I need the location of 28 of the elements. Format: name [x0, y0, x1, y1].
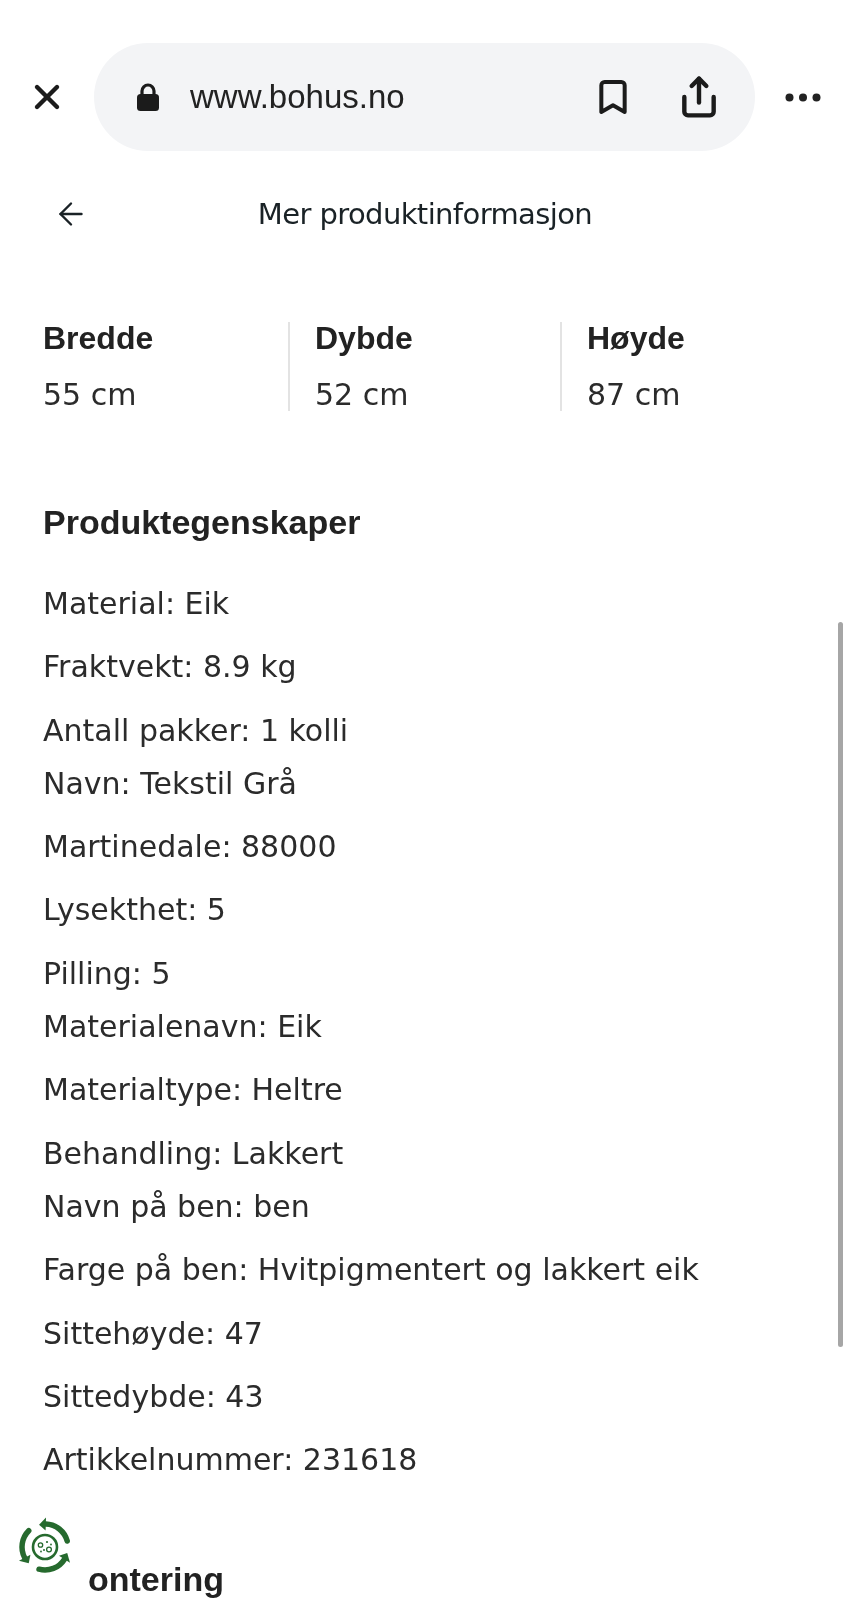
- property-text: Navn på ben: ben: [43, 1187, 310, 1226]
- property-text: Fraktvekt: 8.9 kg: [43, 648, 297, 687]
- property-text: Martinedale: 88000: [43, 828, 337, 867]
- property-text: Materialtype: Heltre: [43, 1071, 343, 1110]
- property-text: Pilling: 5: [43, 954, 171, 993]
- property-text: Sittehøyde: 47: [43, 1314, 263, 1353]
- property-text: Lysekthet: 5: [43, 891, 226, 930]
- property-text: Antall pakker: 1 kolli: [43, 711, 349, 750]
- section-heading: ontering: [88, 1560, 224, 1598]
- dimension-label: Dybde: [315, 322, 414, 354]
- property-text: Farge på ben: Hvitpigmentert og lakkert eik: [43, 1251, 699, 1290]
- dimension-label: Bredde: [43, 322, 155, 354]
- property-text: Behandling: Lakkert: [43, 1134, 344, 1173]
- page-title: Mer produktinformasjon: [257, 197, 593, 231]
- dimension-label: Høyde: [587, 322, 686, 354]
- dimension-value: 52 cm: [315, 379, 410, 411]
- dimension-value: 87 cm: [587, 379, 682, 411]
- property-text: Navn: Tekstil Grå: [43, 764, 297, 803]
- property-text: Artikkelnummer: 231618: [43, 1441, 418, 1480]
- dimension-value: 55 cm: [43, 379, 138, 411]
- property-text: Sittedybde: 43: [43, 1377, 264, 1416]
- property-text: Materialenavn: Eik: [43, 1008, 322, 1047]
- address-bar[interactable]: www.bohus.no: [94, 43, 755, 151]
- more-menu-icon[interactable]: [784, 92, 821, 102]
- property-text: Material: Eik: [43, 585, 230, 623]
- url-text: www.bohus.no: [190, 78, 406, 116]
- lock-icon: [137, 83, 159, 111]
- section-heading: Produktegenskaper: [43, 502, 362, 543]
